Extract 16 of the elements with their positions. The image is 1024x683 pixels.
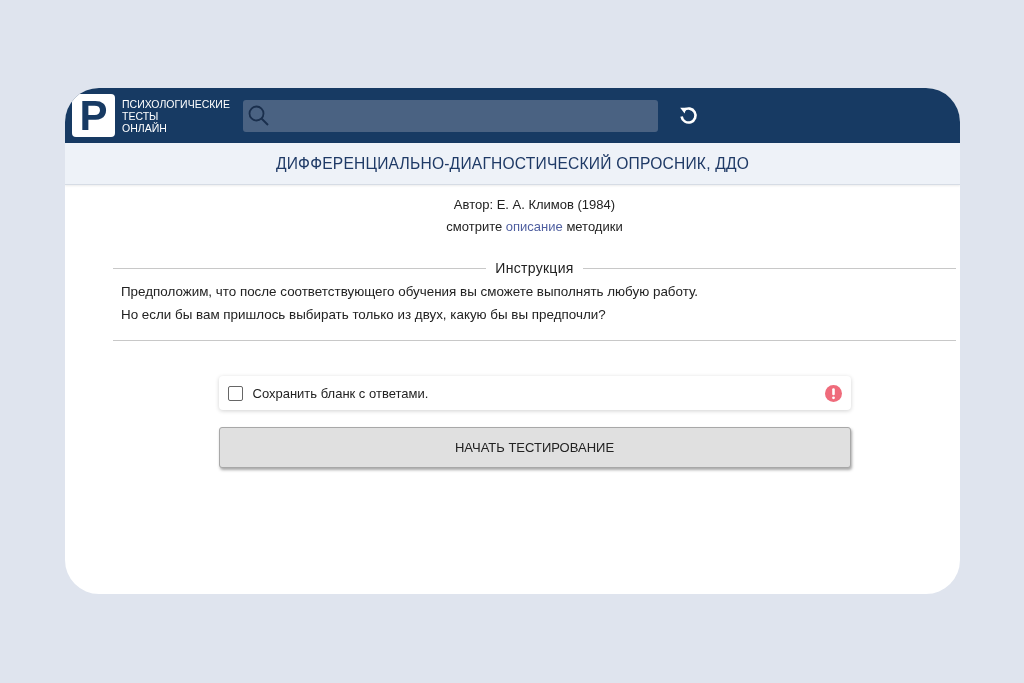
site-name: ПСИХОЛОГИЧЕСКИЕ [122,97,231,110]
instruction-heading: Инструкция [495,260,574,276]
site-name: ТЕСТЫ [122,109,160,122]
refresh-icon [678,106,698,125]
author-text: Автор: Е. А. Климов (1984) [453,196,616,214]
save-option-label: Сохранить бланк с ответами. [252,385,430,401]
start-test-button[interactable]: НАЧАТЬ ТЕСТИРОВАНИЕ [218,427,851,468]
site-name: ОНЛАЙН [122,121,168,134]
checkbox[interactable] [227,385,243,401]
search-icon [248,105,269,126]
search-field[interactable] [243,99,658,132]
logo[interactable]: P [72,94,115,137]
test-title: ДИФФЕРЕНЦИАЛЬНО-ДИАГНОСТИЧЕСКИЙ ОПРОСНИК, ДДО [275,154,750,173]
instruction-text: Предположим, что после соответствующего обучения вы сможете выполнять любую работу. Но если бы вам пришлось выбирать только из двух, какую бы вы предпочли? [121,283,700,324]
description-link[interactable]: описание [505,219,563,234]
description-text: смотрите описание методики [446,218,623,236]
